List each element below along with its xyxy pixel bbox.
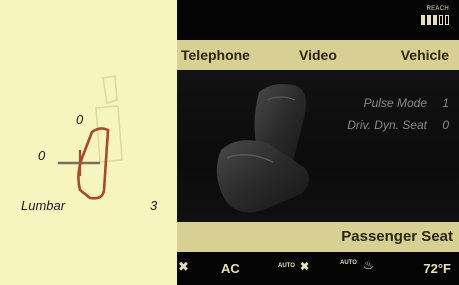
ac-button[interactable]: AC <box>221 261 240 276</box>
display-screen: REACH Telephone Video Vehicle Pulse Mode… <box>177 0 459 285</box>
seat-content-area <box>177 70 459 222</box>
setting-driv-dyn-seat[interactable]: Driv. Dyn. Seat 0 <box>347 118 449 132</box>
seat-outline-icon <box>58 75 123 200</box>
seat-adjust-panel: 0 0 Lumbar 3 <box>0 0 177 285</box>
menu-item-video[interactable]: Video <box>299 47 337 63</box>
setting-label: Driv. Dyn. Seat <box>347 118 427 132</box>
signal-bars-icon <box>421 15 449 25</box>
reach-label: REACH <box>426 6 449 12</box>
setting-value: 1 <box>442 96 449 110</box>
auto-fan-label[interactable]: AUTO <box>278 263 295 269</box>
title-bar: Passenger Seat <box>177 222 459 252</box>
menu-item-vehicle[interactable]: Vehicle <box>401 47 449 63</box>
climate-status-bar: ✖ AC AUTO ✖ AUTO ♨ 72°F <box>177 252 459 285</box>
top-bar: REACH <box>177 0 459 40</box>
lumbar-value: 3 <box>150 198 158 213</box>
settings-list: Pulse Mode 1 Driv. Dyn. Seat 0 <box>347 96 449 140</box>
page-title: Passenger Seat <box>341 228 453 245</box>
seat-heat-icon[interactable]: ♨ <box>363 258 374 272</box>
auto-seat-label[interactable]: AUTO <box>340 260 357 266</box>
lumbar-label: Lumbar <box>21 198 66 213</box>
temperature-display[interactable]: 72°F <box>423 261 451 276</box>
setting-pulse-mode[interactable]: Pulse Mode 1 <box>347 96 449 110</box>
setting-value: 0 <box>442 118 449 132</box>
main-menu: Telephone Video Vehicle <box>177 40 459 70</box>
fan-icon[interactable]: ✖ <box>178 259 189 275</box>
backrest-value: 0 <box>38 148 46 163</box>
menu-item-telephone[interactable]: Telephone <box>181 47 250 63</box>
setting-label: Pulse Mode <box>363 96 427 110</box>
reach-indicator: REACH <box>415 6 451 28</box>
auto-fan-icon[interactable]: ✖ <box>300 260 309 273</box>
headrest-value: 0 <box>76 112 84 127</box>
seat-image-icon <box>216 84 310 213</box>
